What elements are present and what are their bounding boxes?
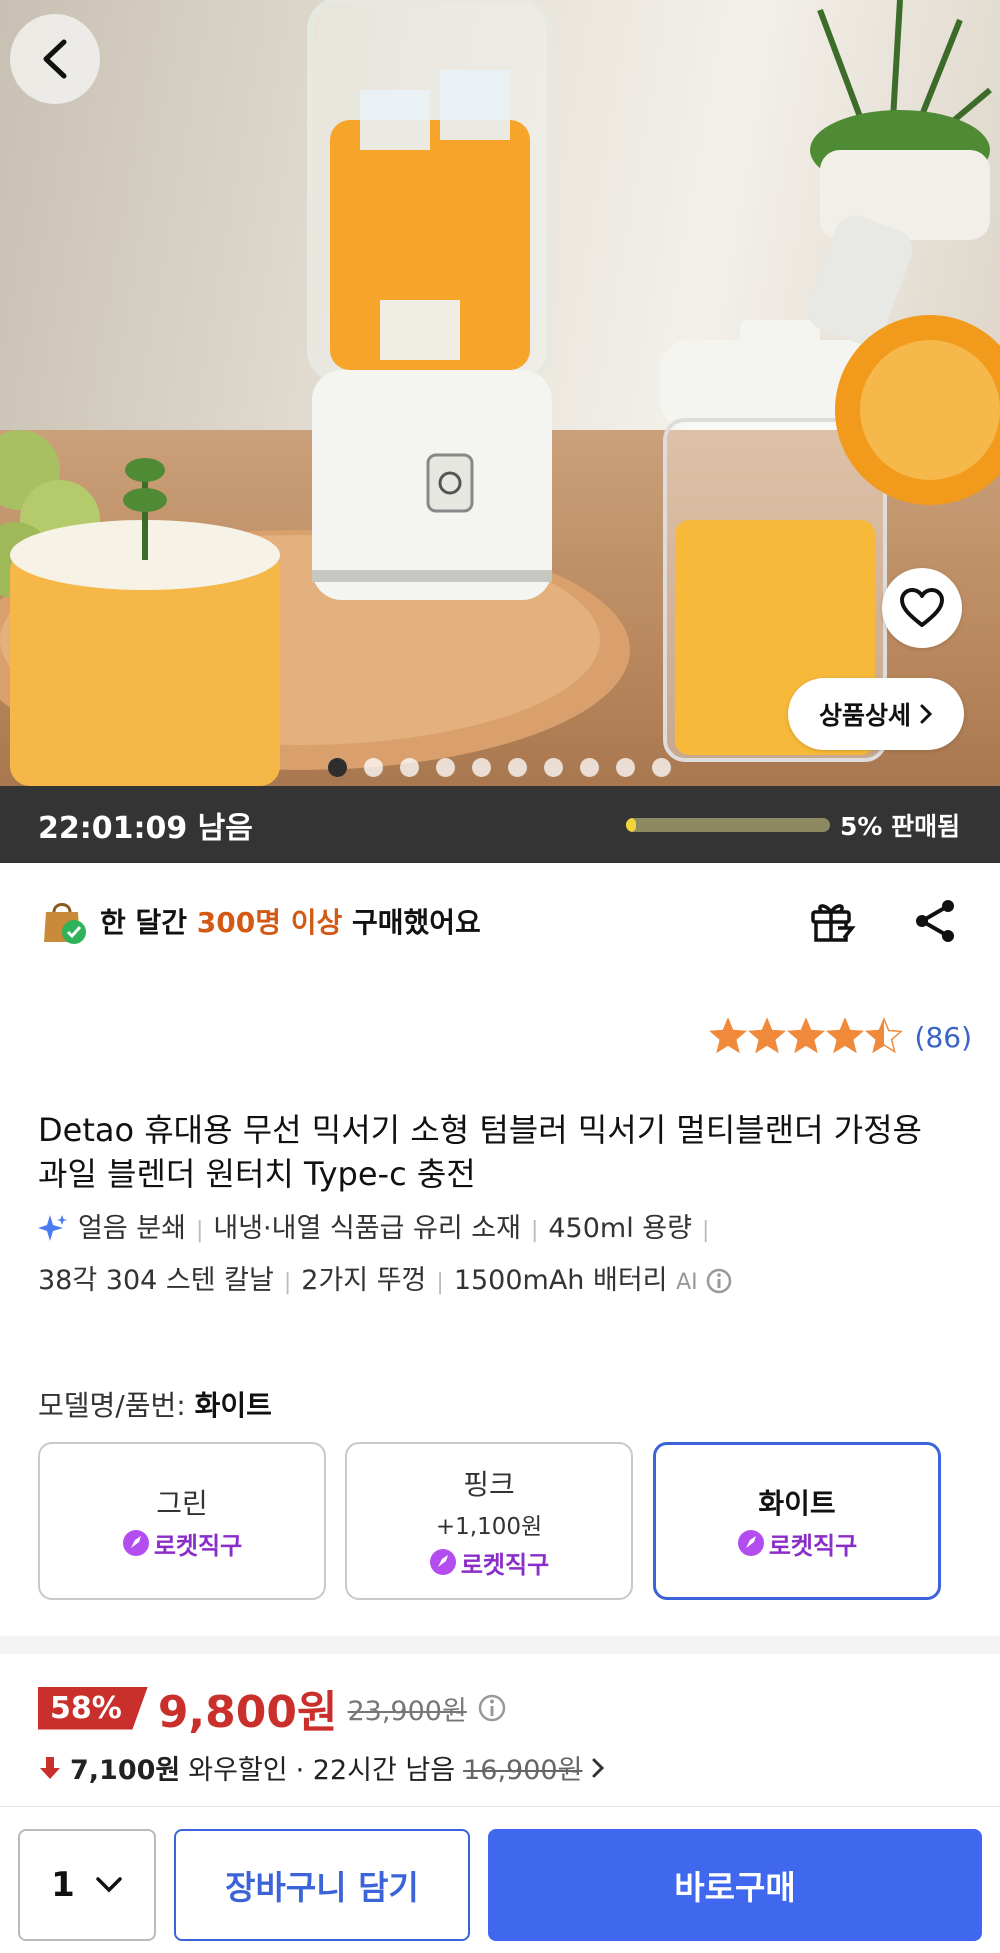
option-name: 화이트 bbox=[758, 1486, 836, 1520]
product-detail-button[interactable]: 상품상세 bbox=[788, 678, 964, 750]
wow-discount-amount: 7,100원 bbox=[70, 1755, 181, 1786]
deal-timer: 22:01:09 남음 bbox=[38, 810, 253, 846]
gift-icon bbox=[811, 904, 856, 942]
option-white[interactable]: 화이트 로켓직구 bbox=[653, 1442, 941, 1600]
sold-progress-fill bbox=[626, 818, 637, 832]
feature-item: 얼음 분쇄 bbox=[78, 1213, 186, 1244]
feature-item: 내냉·내열 식품급 유리 소재 bbox=[213, 1213, 521, 1244]
gift-button[interactable] bbox=[808, 898, 856, 948]
star-icon bbox=[825, 1018, 864, 1054]
model-label-text: 모델명/품번: bbox=[38, 1389, 186, 1422]
carousel-dot[interactable] bbox=[652, 758, 671, 777]
feature-item: 38각 304 스텐 칼날 bbox=[38, 1265, 274, 1296]
discount-badge: 58% bbox=[38, 1686, 148, 1730]
star-icon bbox=[786, 1018, 825, 1054]
quantity-select[interactable]: 1 bbox=[18, 1829, 156, 1941]
ai-label: AI bbox=[676, 1270, 698, 1295]
chevron-right-icon bbox=[920, 704, 933, 724]
star-icon bbox=[708, 1018, 747, 1054]
model-selected-value: 화이트 bbox=[194, 1389, 272, 1422]
model-label: 모델명/품번: 화이트 bbox=[38, 1384, 272, 1424]
info-icon[interactable] bbox=[477, 1693, 507, 1723]
product-photo bbox=[0, 0, 1000, 786]
rocket-direct-label: 로켓직구 bbox=[153, 1531, 243, 1560]
chevron-down-icon bbox=[96, 1877, 122, 1893]
rocket-icon bbox=[122, 1530, 149, 1556]
buy-now-button[interactable]: 바로구매 bbox=[488, 1829, 982, 1941]
purchase-prefix: 한 달간 bbox=[100, 906, 188, 939]
carousel-dot[interactable] bbox=[544, 758, 563, 777]
carousel-dot[interactable] bbox=[508, 758, 527, 777]
carousel-dot[interactable] bbox=[472, 758, 491, 777]
product-detail-label: 상품상세 bbox=[818, 701, 911, 730]
wow-discount-label: 와우할인 bbox=[188, 1755, 288, 1786]
chevron-left-icon bbox=[43, 39, 67, 79]
rocket-icon bbox=[737, 1530, 764, 1556]
shopping-bag-check-icon bbox=[44, 903, 86, 944]
carousel-dot[interactable] bbox=[364, 758, 383, 777]
option-pink[interactable]: 핑크 +1,100원 로켓직구 bbox=[345, 1442, 633, 1600]
deal-timer-bar: 22:01:09 남음 5% 판매됨 bbox=[0, 786, 1000, 863]
carousel-indicator bbox=[328, 758, 671, 777]
review-count: (86) bbox=[914, 1020, 972, 1054]
option-name: 핑크 bbox=[463, 1467, 515, 1501]
option-extra-price: +1,100원 bbox=[435, 1513, 543, 1540]
ai-feature-summary: 얼음 분쇄 | 내냉·내열 식품급 유리 소재 | 450ml 용량 | 38각 304 스… bbox=[38, 1204, 958, 1308]
rocket-direct-badge: 로켓직구 bbox=[122, 1526, 242, 1561]
info-icon[interactable] bbox=[706, 1268, 732, 1294]
star-rating bbox=[708, 1018, 903, 1054]
feature-item: 1500mAh 배터리 bbox=[453, 1265, 668, 1296]
share-icon bbox=[916, 900, 954, 942]
carousel-dot[interactable] bbox=[400, 758, 419, 777]
purchase-highlight: 300명 이상 bbox=[196, 906, 343, 939]
sale-price: 9,800원 bbox=[157, 1687, 338, 1738]
price-row: 58% 9,800원 23,900원 bbox=[38, 1676, 507, 1740]
rocket-direct-label: 로켓직구 bbox=[460, 1550, 550, 1579]
chevron-right-icon bbox=[592, 1758, 605, 1777]
option-name: 그린 bbox=[156, 1486, 208, 1520]
sparkle-icon bbox=[38, 1215, 67, 1241]
bottom-action-bar: 1 장바구니 담기 바로구매 bbox=[0, 1806, 1000, 1953]
wishlist-button[interactable] bbox=[882, 568, 962, 648]
carousel-dot[interactable] bbox=[436, 758, 455, 777]
wow-original-price: 16,900원 bbox=[463, 1755, 583, 1786]
option-green[interactable]: 그린 로켓직구 bbox=[38, 1442, 326, 1600]
rating[interactable]: (86) bbox=[708, 1018, 972, 1056]
purchase-count-banner: 한 달간 300명 이상 구매했어요 bbox=[38, 896, 481, 946]
sold-percent-label: 5% 판매됨 bbox=[840, 811, 961, 841]
carousel-dot[interactable] bbox=[328, 758, 347, 777]
heart-icon bbox=[900, 588, 944, 627]
wow-discount-row[interactable]: 7,100원 와우할인 · 22시간 남음 16,900원 bbox=[38, 1748, 606, 1787]
back-button[interactable] bbox=[10, 14, 100, 104]
carousel-dot[interactable] bbox=[616, 758, 635, 777]
product-title: Detao 휴대용 무선 믹서기 소형 텀블러 믹서기 멀티블랜더 가정용 과일… bbox=[38, 1111, 922, 1193]
quantity-value: 1 bbox=[51, 1865, 75, 1905]
rocket-direct-label: 로켓직구 bbox=[768, 1531, 858, 1560]
star-icon bbox=[747, 1018, 786, 1054]
section-divider bbox=[0, 1636, 1000, 1654]
share-button[interactable] bbox=[912, 898, 958, 948]
add-to-cart-button[interactable]: 장바구니 담기 bbox=[174, 1829, 470, 1941]
feature-item: 450ml 용량 bbox=[548, 1213, 692, 1244]
rocket-icon bbox=[429, 1549, 456, 1575]
original-price: 23,900원 bbox=[347, 1695, 467, 1727]
rocket-direct-badge: 로켓직구 bbox=[737, 1526, 857, 1561]
arrow-down-icon bbox=[40, 1756, 60, 1779]
product-image-carousel[interactable]: 상품상세 bbox=[0, 0, 1000, 786]
feature-item: 2가지 뚜껑 bbox=[301, 1265, 427, 1296]
carousel-dot[interactable] bbox=[580, 758, 599, 777]
star-icon bbox=[864, 1018, 903, 1054]
rocket-direct-badge: 로켓직구 bbox=[429, 1545, 549, 1580]
wow-time-left: · 22시간 남음 bbox=[295, 1755, 456, 1786]
sold-progress-bar bbox=[626, 818, 830, 832]
purchase-suffix: 구매했어요 bbox=[352, 906, 481, 939]
